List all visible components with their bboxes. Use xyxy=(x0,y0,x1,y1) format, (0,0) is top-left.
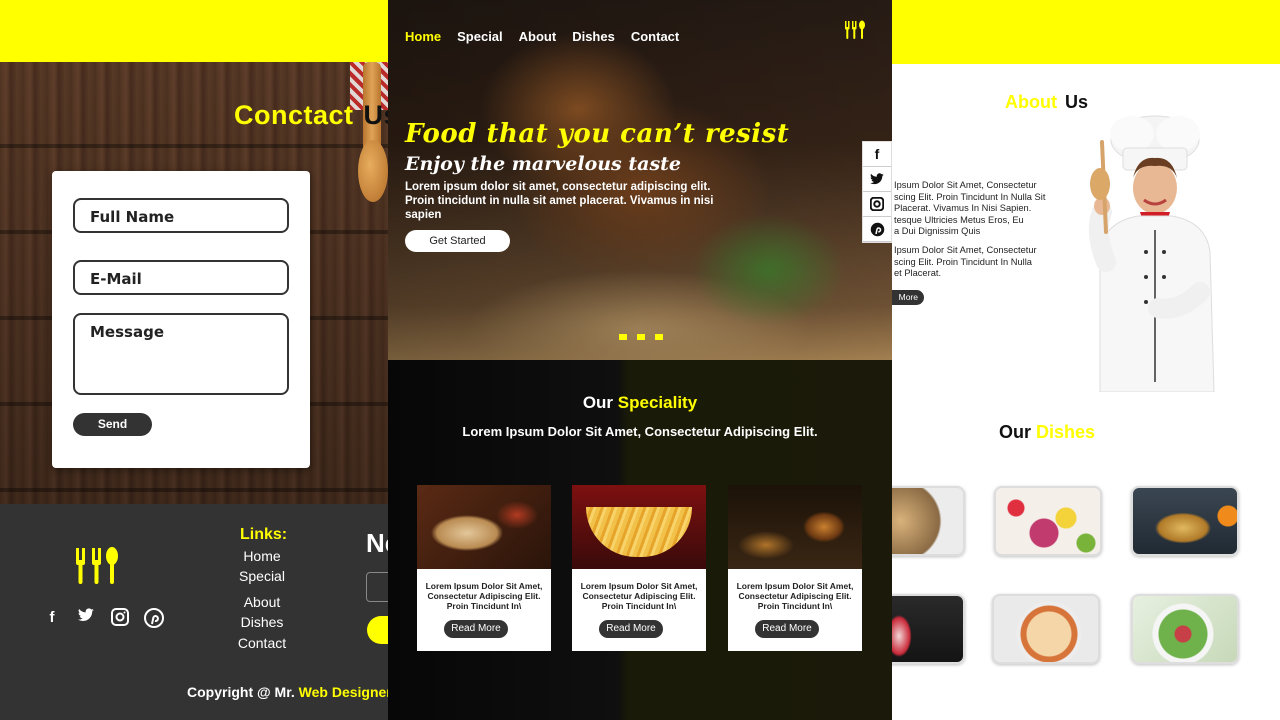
dishes-title-prefix: Our xyxy=(999,422,1032,442)
contact-page-panel: Conctact Us Full Name E-Mail Message Send… xyxy=(0,0,388,720)
burrito-image xyxy=(417,485,551,569)
nav-home[interactable]: Home xyxy=(405,29,441,44)
about-paragraph: Ipsum Dolor Sit Amet, Consectetur scing … xyxy=(894,180,1046,236)
card-text: Lorem Ipsum Dolor Sit Amet, Consectetur … xyxy=(425,581,543,611)
speciality-subtitle: Lorem Ipsum Dolor Sit Amet, Consectetur … xyxy=(462,424,818,439)
contact-title-highlight: Conctact xyxy=(234,100,354,130)
read-more-button[interactable]: Read More xyxy=(444,620,508,638)
home-page-panel: Home Special About Dishes Contact Food t… xyxy=(388,0,892,720)
hero-text: Lorem ipsum dolor sit amet, consectetur … xyxy=(405,181,714,221)
dish-image-fruit-bowl[interactable] xyxy=(994,486,1102,556)
social-sidebar: f xyxy=(862,141,892,243)
footer-link-home[interactable]: Home xyxy=(232,548,292,564)
chef-image xyxy=(1088,115,1215,392)
dish-image-pasta[interactable] xyxy=(892,486,965,556)
send-button[interactable]: Send xyxy=(73,413,152,436)
footer-link-contact[interactable]: Contact xyxy=(232,635,292,651)
contact-form: Full Name E-Mail Message Send xyxy=(52,171,310,468)
burger-image xyxy=(728,485,862,569)
footer-link-special[interactable]: Special xyxy=(232,568,292,584)
newsletter-email-input[interactable] xyxy=(366,572,388,602)
about-title-rest: Us xyxy=(1064,92,1088,112)
footer-social-icons: f xyxy=(42,608,164,628)
slider-dot[interactable] xyxy=(655,334,663,340)
wooden-spoon-bowl xyxy=(358,140,388,202)
facebook-icon[interactable]: f xyxy=(42,608,62,628)
nav-dishes[interactable]: Dishes xyxy=(572,29,615,44)
nav-about[interactable]: About xyxy=(519,29,557,44)
footer-links-title: Links: xyxy=(240,526,288,543)
twitter-icon[interactable] xyxy=(863,167,891,192)
main-nav: Home Special About Dishes Contact xyxy=(405,29,679,44)
speciality-card: Lorem Ipsum Dolor Sit Amet, Consectetur … xyxy=(572,485,706,651)
facebook-icon[interactable]: f xyxy=(863,142,891,167)
instagram-icon[interactable] xyxy=(110,608,130,628)
copyright-text: Copyright @ Mr. Web Designer xyxy=(187,684,388,700)
speciality-title-highlight: Speciality xyxy=(617,393,698,412)
dish-image-salad[interactable] xyxy=(1131,594,1239,664)
fries-image xyxy=(572,485,706,569)
about-title-highlight: About xyxy=(1005,92,1057,112)
newsletter-subscribe-button[interactable] xyxy=(367,616,388,644)
copyright-highlight: Web Designer xyxy=(298,684,388,700)
utensils-logo-icon xyxy=(76,547,118,584)
instagram-icon[interactable] xyxy=(863,192,891,217)
speciality-title-prefix: Our xyxy=(582,393,614,412)
about-page-panel: About Us Ipsum Dolor Sit Amet, Consectetu… xyxy=(892,0,1280,720)
footer-link-dishes[interactable]: Dishes xyxy=(232,614,292,630)
about-title: About Us xyxy=(1005,92,1088,113)
top-yellow-bar xyxy=(0,0,388,62)
newsletter-title: New xyxy=(366,528,388,558)
about-paragraph: Ipsum Dolor Sit Amet, Consectetur scing … xyxy=(894,245,1037,278)
speciality-card: Lorem Ipsum Dolor Sit Amet, Consectetur … xyxy=(728,485,862,651)
full-name-input[interactable]: Full Name xyxy=(73,198,289,233)
read-more-button[interactable]: Read More xyxy=(755,620,819,638)
card-text: Lorem Ipsum Dolor Sit Amet, Consectetur … xyxy=(580,581,698,611)
footer-link-about[interactable]: About xyxy=(232,594,292,610)
read-more-button[interactable]: Read More xyxy=(599,620,663,638)
read-more-button[interactable]: More xyxy=(892,290,924,305)
slider-dot[interactable] xyxy=(619,334,627,340)
utensils-logo-icon[interactable] xyxy=(844,20,866,40)
speciality-card: Lorem Ipsum Dolor Sit Amet, Consectetur … xyxy=(417,485,551,651)
slider-dots xyxy=(619,334,663,340)
contact-title: Conctact Us xyxy=(234,100,388,131)
contact-title-rest: Us xyxy=(363,100,388,130)
dish-image-parfait[interactable] xyxy=(892,594,965,664)
hero-subtitle: Enjoy the marvelous taste xyxy=(405,153,682,175)
dish-image-spaghetti[interactable] xyxy=(1131,486,1239,556)
pinterest-icon[interactable] xyxy=(863,217,891,242)
dish-image-noodle-soup[interactable] xyxy=(992,594,1100,664)
twitter-icon[interactable] xyxy=(76,608,96,628)
nav-special[interactable]: Special xyxy=(457,29,503,44)
pinterest-icon[interactable] xyxy=(144,608,164,628)
get-started-button[interactable]: Get Started xyxy=(405,230,510,252)
speciality-title: Our Speciality xyxy=(388,393,892,413)
top-yellow-bar xyxy=(892,0,1280,64)
copyright-prefix: Copyright @ Mr. xyxy=(187,684,295,700)
dishes-title-highlight: Dishes xyxy=(1036,422,1096,442)
dishes-title: Our Dishes xyxy=(999,422,1095,443)
hero-title: Food that you can’t resist xyxy=(405,119,790,149)
nav-contact[interactable]: Contact xyxy=(631,29,679,44)
slider-dot[interactable] xyxy=(637,334,645,340)
card-text: Lorem Ipsum Dolor Sit Amet, Consectetur … xyxy=(736,581,854,611)
message-textarea[interactable]: Message xyxy=(73,313,289,395)
email-input[interactable]: E-Mail xyxy=(73,260,289,295)
